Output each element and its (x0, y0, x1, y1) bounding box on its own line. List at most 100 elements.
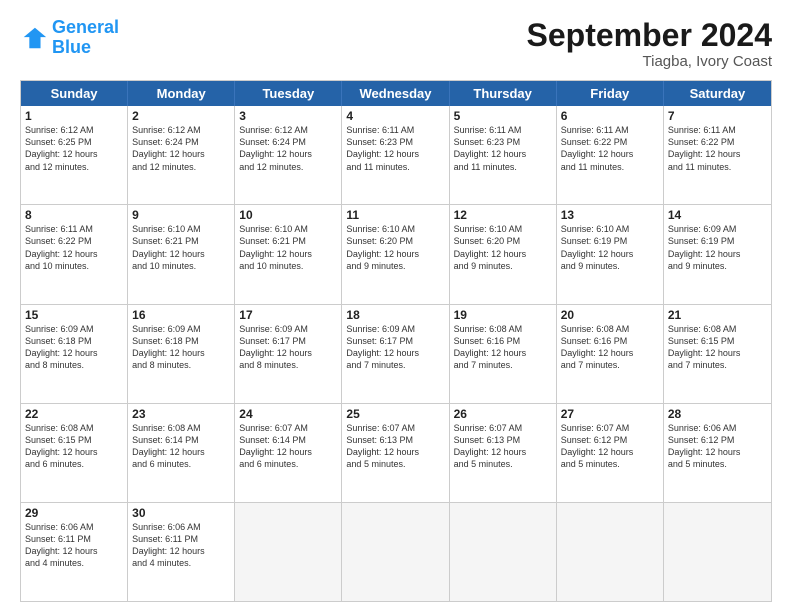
cell-day-number: 19 (454, 308, 552, 322)
weekday-friday: Friday (557, 81, 664, 106)
calendar-cell: 29Sunrise: 6:06 AM Sunset: 6:11 PM Dayli… (21, 503, 128, 601)
calendar-cell (235, 503, 342, 601)
logo: General Blue (20, 18, 119, 58)
calendar: Sunday Monday Tuesday Wednesday Thursday… (20, 80, 772, 602)
weekday-saturday: Saturday (664, 81, 771, 106)
calendar-cell: 28Sunrise: 6:06 AM Sunset: 6:12 PM Dayli… (664, 404, 771, 502)
calendar-cell: 12Sunrise: 6:10 AM Sunset: 6:20 PM Dayli… (450, 205, 557, 303)
cell-day-number: 27 (561, 407, 659, 421)
cell-day-number: 14 (668, 208, 767, 222)
cell-day-number: 15 (25, 308, 123, 322)
title-block: September 2024 Tiagba, Ivory Coast (527, 18, 772, 70)
cell-info: Sunrise: 6:09 AM Sunset: 6:19 PM Dayligh… (668, 223, 767, 272)
cell-info: Sunrise: 6:08 AM Sunset: 6:15 PM Dayligh… (25, 422, 123, 471)
calendar-cell: 21Sunrise: 6:08 AM Sunset: 6:15 PM Dayli… (664, 305, 771, 403)
cell-info: Sunrise: 6:06 AM Sunset: 6:12 PM Dayligh… (668, 422, 767, 471)
cell-info: Sunrise: 6:07 AM Sunset: 6:13 PM Dayligh… (346, 422, 444, 471)
cell-info: Sunrise: 6:11 AM Sunset: 6:22 PM Dayligh… (668, 124, 767, 173)
calendar-cell: 23Sunrise: 6:08 AM Sunset: 6:14 PM Dayli… (128, 404, 235, 502)
cell-day-number: 29 (25, 506, 123, 520)
cell-info: Sunrise: 6:08 AM Sunset: 6:16 PM Dayligh… (454, 323, 552, 372)
cell-day-number: 7 (668, 109, 767, 123)
calendar-cell: 16Sunrise: 6:09 AM Sunset: 6:18 PM Dayli… (128, 305, 235, 403)
cell-info: Sunrise: 6:12 AM Sunset: 6:25 PM Dayligh… (25, 124, 123, 173)
cell-day-number: 13 (561, 208, 659, 222)
calendar-cell: 5Sunrise: 6:11 AM Sunset: 6:23 PM Daylig… (450, 106, 557, 204)
calendar-row: 29Sunrise: 6:06 AM Sunset: 6:11 PM Dayli… (21, 502, 771, 601)
cell-info: Sunrise: 6:07 AM Sunset: 6:13 PM Dayligh… (454, 422, 552, 471)
weekday-thursday: Thursday (450, 81, 557, 106)
calendar-cell: 3Sunrise: 6:12 AM Sunset: 6:24 PM Daylig… (235, 106, 342, 204)
calendar-cell: 4Sunrise: 6:11 AM Sunset: 6:23 PM Daylig… (342, 106, 449, 204)
cell-day-number: 24 (239, 407, 337, 421)
cell-day-number: 22 (25, 407, 123, 421)
calendar-cell: 27Sunrise: 6:07 AM Sunset: 6:12 PM Dayli… (557, 404, 664, 502)
cell-info: Sunrise: 6:11 AM Sunset: 6:22 PM Dayligh… (25, 223, 123, 272)
calendar-cell: 15Sunrise: 6:09 AM Sunset: 6:18 PM Dayli… (21, 305, 128, 403)
cell-info: Sunrise: 6:09 AM Sunset: 6:18 PM Dayligh… (25, 323, 123, 372)
cell-day-number: 20 (561, 308, 659, 322)
calendar-body: 1Sunrise: 6:12 AM Sunset: 6:25 PM Daylig… (21, 106, 771, 601)
calendar-cell: 2Sunrise: 6:12 AM Sunset: 6:24 PM Daylig… (128, 106, 235, 204)
cell-day-number: 11 (346, 208, 444, 222)
calendar-cell (664, 503, 771, 601)
calendar-cell: 26Sunrise: 6:07 AM Sunset: 6:13 PM Dayli… (450, 404, 557, 502)
page: General Blue September 2024 Tiagba, Ivor… (0, 0, 792, 612)
cell-day-number: 30 (132, 506, 230, 520)
cell-info: Sunrise: 6:08 AM Sunset: 6:16 PM Dayligh… (561, 323, 659, 372)
cell-info: Sunrise: 6:10 AM Sunset: 6:20 PM Dayligh… (454, 223, 552, 272)
calendar-cell: 14Sunrise: 6:09 AM Sunset: 6:19 PM Dayli… (664, 205, 771, 303)
weekday-monday: Monday (128, 81, 235, 106)
cell-info: Sunrise: 6:08 AM Sunset: 6:15 PM Dayligh… (668, 323, 767, 372)
cell-info: Sunrise: 6:10 AM Sunset: 6:21 PM Dayligh… (239, 223, 337, 272)
cell-day-number: 25 (346, 407, 444, 421)
cell-day-number: 8 (25, 208, 123, 222)
cell-day-number: 4 (346, 109, 444, 123)
cell-day-number: 16 (132, 308, 230, 322)
calendar-cell: 18Sunrise: 6:09 AM Sunset: 6:17 PM Dayli… (342, 305, 449, 403)
cell-day-number: 12 (454, 208, 552, 222)
calendar-cell: 8Sunrise: 6:11 AM Sunset: 6:22 PM Daylig… (21, 205, 128, 303)
cell-info: Sunrise: 6:10 AM Sunset: 6:19 PM Dayligh… (561, 223, 659, 272)
cell-info: Sunrise: 6:09 AM Sunset: 6:17 PM Dayligh… (239, 323, 337, 372)
cell-day-number: 3 (239, 109, 337, 123)
cell-day-number: 1 (25, 109, 123, 123)
cell-day-number: 18 (346, 308, 444, 322)
cell-day-number: 28 (668, 407, 767, 421)
weekday-wednesday: Wednesday (342, 81, 449, 106)
calendar-cell: 9Sunrise: 6:10 AM Sunset: 6:21 PM Daylig… (128, 205, 235, 303)
location: Tiagba, Ivory Coast (527, 53, 772, 70)
calendar-row: 1Sunrise: 6:12 AM Sunset: 6:25 PM Daylig… (21, 106, 771, 204)
calendar-cell: 7Sunrise: 6:11 AM Sunset: 6:22 PM Daylig… (664, 106, 771, 204)
calendar-cell: 22Sunrise: 6:08 AM Sunset: 6:15 PM Dayli… (21, 404, 128, 502)
cell-info: Sunrise: 6:09 AM Sunset: 6:18 PM Dayligh… (132, 323, 230, 372)
cell-day-number: 23 (132, 407, 230, 421)
cell-info: Sunrise: 6:06 AM Sunset: 6:11 PM Dayligh… (25, 521, 123, 570)
month-title: September 2024 (527, 18, 772, 53)
calendar-row: 8Sunrise: 6:11 AM Sunset: 6:22 PM Daylig… (21, 204, 771, 303)
cell-day-number: 2 (132, 109, 230, 123)
cell-info: Sunrise: 6:08 AM Sunset: 6:14 PM Dayligh… (132, 422, 230, 471)
calendar-cell: 25Sunrise: 6:07 AM Sunset: 6:13 PM Dayli… (342, 404, 449, 502)
weekday-tuesday: Tuesday (235, 81, 342, 106)
cell-info: Sunrise: 6:12 AM Sunset: 6:24 PM Dayligh… (132, 124, 230, 173)
cell-info: Sunrise: 6:10 AM Sunset: 6:21 PM Dayligh… (132, 223, 230, 272)
cell-info: Sunrise: 6:09 AM Sunset: 6:17 PM Dayligh… (346, 323, 444, 372)
cell-info: Sunrise: 6:11 AM Sunset: 6:22 PM Dayligh… (561, 124, 659, 173)
calendar-cell: 11Sunrise: 6:10 AM Sunset: 6:20 PM Dayli… (342, 205, 449, 303)
calendar-cell: 17Sunrise: 6:09 AM Sunset: 6:17 PM Dayli… (235, 305, 342, 403)
cell-info: Sunrise: 6:11 AM Sunset: 6:23 PM Dayligh… (346, 124, 444, 173)
calendar-cell: 13Sunrise: 6:10 AM Sunset: 6:19 PM Dayli… (557, 205, 664, 303)
cell-info: Sunrise: 6:11 AM Sunset: 6:23 PM Dayligh… (454, 124, 552, 173)
logo-icon (20, 24, 48, 52)
calendar-cell (557, 503, 664, 601)
calendar-cell: 20Sunrise: 6:08 AM Sunset: 6:16 PM Dayli… (557, 305, 664, 403)
cell-day-number: 9 (132, 208, 230, 222)
logo-text: General Blue (52, 18, 119, 58)
cell-day-number: 6 (561, 109, 659, 123)
weekday-sunday: Sunday (21, 81, 128, 106)
calendar-cell (342, 503, 449, 601)
cell-day-number: 5 (454, 109, 552, 123)
cell-day-number: 10 (239, 208, 337, 222)
cell-info: Sunrise: 6:07 AM Sunset: 6:12 PM Dayligh… (561, 422, 659, 471)
